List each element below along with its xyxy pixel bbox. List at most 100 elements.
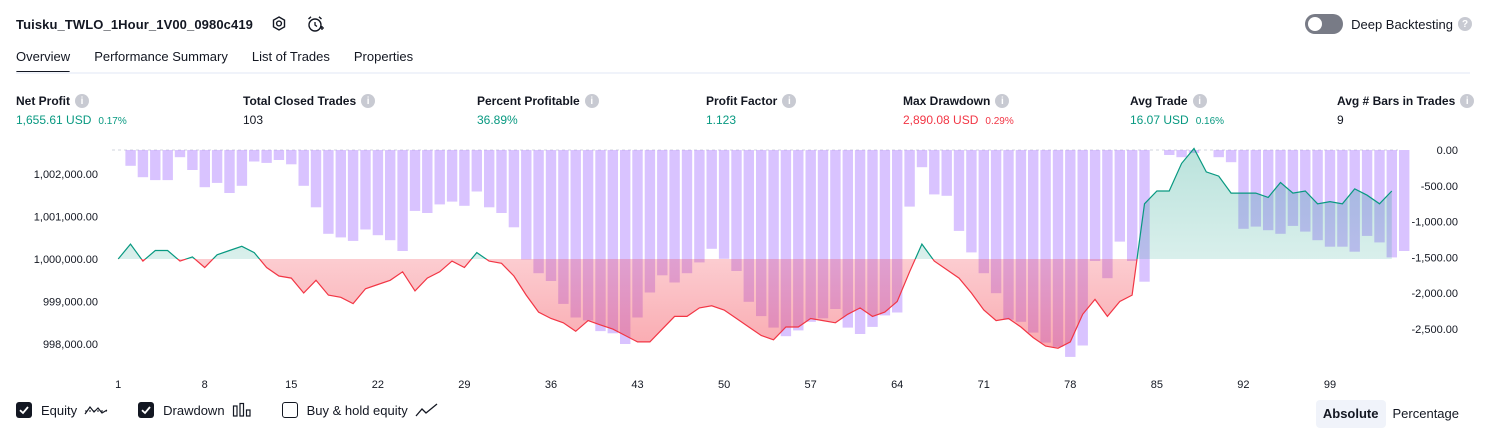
stat-label: Max Drawdown [903, 94, 991, 108]
drawdown-bar [929, 150, 940, 195]
drawdown-bar [236, 150, 248, 186]
equity-line-icon [84, 402, 108, 418]
info-icon[interactable]: i [75, 94, 89, 108]
tab-list-of-trades[interactable]: List of Trades [252, 44, 330, 74]
chart-legend: Equity Drawdown Buy & hold equity [16, 402, 469, 418]
x-axis-tick: 36 [545, 379, 557, 390]
legend-equity-label: Equity [41, 402, 78, 418]
settings-icon[interactable] [269, 14, 289, 34]
drawdown-bar [941, 150, 952, 196]
drawdown-bar [459, 150, 470, 206]
drawdown-bar [1127, 150, 1138, 261]
checkbox-equity[interactable] [16, 402, 32, 418]
info-icon[interactable]: i [782, 94, 797, 108]
stat-value: 103 [243, 113, 264, 127]
stat-percent: 0.16% [1195, 116, 1225, 127]
info-icon[interactable]: i [361, 94, 376, 108]
legend-equity[interactable]: Equity [16, 402, 108, 418]
drawdown-bar [978, 150, 989, 274]
x-axis-tick: 29 [458, 379, 470, 390]
stat-value: 36.89% [477, 113, 518, 127]
right-axis-tick: -2,500.00 [1412, 324, 1458, 336]
drawdown-bar [397, 150, 408, 251]
info-icon[interactable]: i [995, 94, 1010, 108]
drawdown-bar [446, 150, 458, 202]
info-icon[interactable]: i [584, 94, 599, 108]
equity-drawdown-chart[interactable]: 1,002,000.00 1,001,000.00 1,000,000.00 999,… [0, 138, 1486, 390]
alarm-add-icon[interactable] [305, 14, 325, 34]
drawdown-bar [249, 150, 260, 162]
x-axis-tick: 8 [202, 379, 208, 390]
drawdown-bar [718, 150, 730, 259]
drawdown-bar [360, 150, 371, 230]
stat-percent: 0.17% [98, 116, 127, 127]
stat-avg-bars-in-trades: Avg # Bars in Trades i 9 [1337, 92, 1475, 127]
drawdown-bar [187, 150, 198, 170]
legend-drawdown[interactable]: Drawdown [138, 402, 251, 418]
drawdown-bar [521, 150, 532, 260]
drawdown-bar [1399, 150, 1410, 251]
drawdown-bar [347, 150, 359, 241]
stat-label: Total Closed Trades [243, 94, 357, 108]
tab-properties[interactable]: Properties [354, 44, 413, 74]
info-icon[interactable]: i [1192, 94, 1207, 108]
x-axis-tick: 57 [804, 379, 816, 390]
drawdown-bar [471, 150, 482, 192]
stat-value: 2,890.08 USD [903, 113, 979, 127]
drawdown-bar [409, 150, 421, 211]
equity-areas [118, 148, 1392, 349]
right-axis-tick: -2,000.00 [1412, 288, 1458, 300]
drawdown-bar [496, 150, 507, 213]
deep-backtesting-label: Deep Backtesting [1351, 16, 1453, 32]
drawdown-bar [706, 150, 717, 249]
drawdown-bar [1102, 150, 1113, 279]
drawdown-bar [484, 150, 495, 208]
deep-backtesting-toggle[interactable] [1305, 14, 1344, 34]
right-axis-tick: 0.00 [1437, 145, 1458, 157]
drawdown-bar [916, 150, 928, 168]
drawdown-bar [211, 150, 223, 183]
x-axis-tick: 85 [1151, 379, 1163, 390]
right-axis: 0.00 -500.00 -1,000.00 -1,500.00 -2,000.00 -2… [1412, 145, 1458, 336]
right-axis-tick: -1,500.00 [1412, 252, 1458, 264]
tab-overview[interactable]: Overview [16, 44, 71, 74]
drawdown-bar [694, 150, 705, 263]
left-axis-tick: 998,000.00 [43, 339, 98, 351]
stat-label: Avg # Bars in Trades [1337, 94, 1456, 108]
x-axis-tick: 22 [372, 379, 384, 390]
x-axis-tick: 78 [1064, 379, 1076, 390]
drawdown-bar [731, 150, 742, 271]
x-axis-tick: 92 [1237, 379, 1249, 390]
x-axis-tick: 1 [115, 379, 121, 390]
x-axis-tick: 15 [285, 379, 297, 390]
drawdown-bar [174, 150, 186, 158]
drawdown-bar [261, 150, 272, 163]
stat-total-closed-trades: Total Closed Trades i 103 [243, 92, 376, 127]
drawdown-bar [125, 150, 136, 166]
stat-profit-factor: Profit Factor i 1.123 [706, 92, 797, 127]
checkbox-drawdown[interactable] [138, 402, 155, 418]
info-icon[interactable]: i [1460, 94, 1475, 108]
tab-performance-summary[interactable]: Performance Summary [94, 44, 228, 74]
drawdown-bar [1213, 150, 1224, 158]
checkbox-buy-hold[interactable] [281, 402, 298, 418]
right-axis-tick: -1,000.00 [1412, 217, 1458, 229]
legend-buy-hold[interactable]: Buy & hold equity [281, 402, 439, 418]
stat-label: Net Profit [16, 94, 70, 108]
stat-value: 1,655.61 USD [16, 113, 92, 127]
stat-net-profit: Net Profit i 1,655.61 USD 0.17% [16, 92, 127, 127]
left-axis-tick: 1,000,000.00 [34, 254, 98, 266]
drawdown-bar [1114, 150, 1125, 242]
drawdown-bar [224, 150, 235, 193]
drawdown-bar [657, 150, 668, 276]
stat-value: 1.123 [706, 113, 737, 127]
absolute-button[interactable]: Absolute [1315, 400, 1386, 428]
help-icon[interactable]: ? [1458, 17, 1472, 31]
legend-buy-hold-label: Buy & hold equity [306, 402, 408, 418]
percentage-button[interactable]: Percentage [1386, 400, 1467, 428]
strategy-title: Tuisku_TWLO_1Hour_1V00_0980c419 [16, 16, 253, 32]
x-axis-tick: 99 [1324, 379, 1336, 390]
stat-percent: 0.29% [985, 116, 1014, 127]
drawdown-bar [335, 150, 346, 238]
value-mode-switch: Absolute Percentage [1315, 400, 1467, 428]
